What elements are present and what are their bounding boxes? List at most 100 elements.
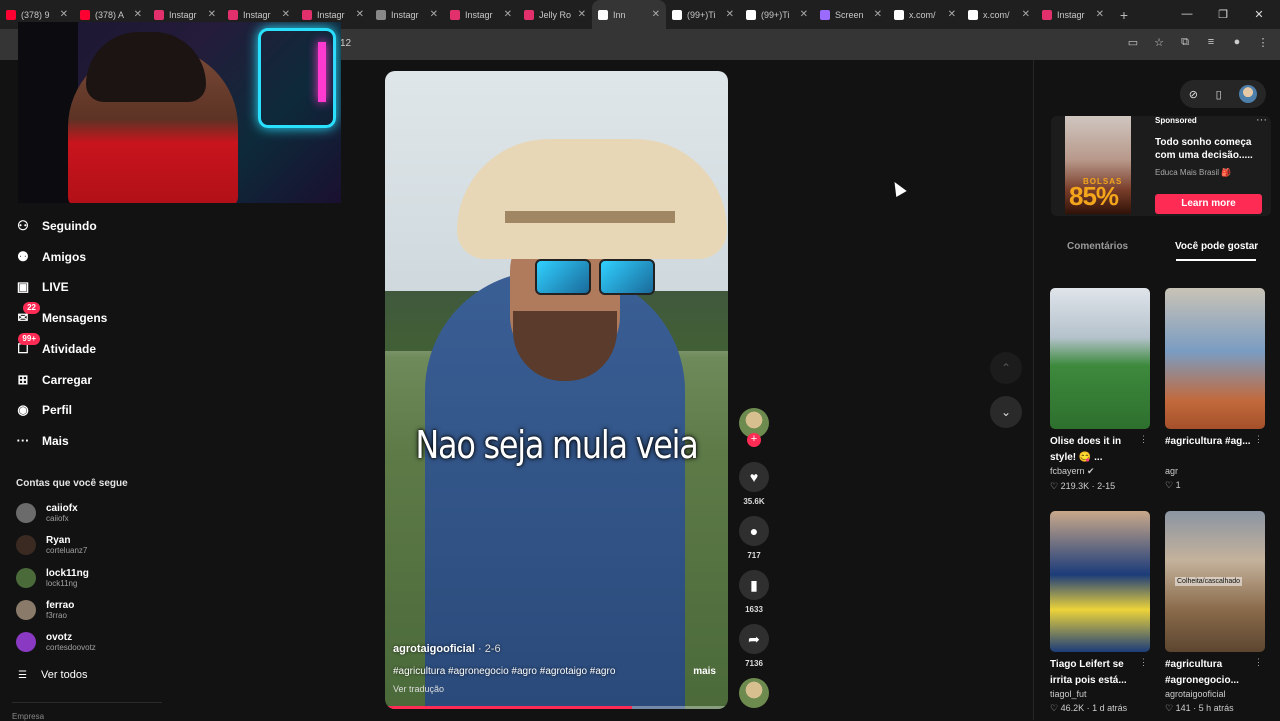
tab-close-icon[interactable]: ✕ bbox=[134, 9, 142, 20]
minimize-icon[interactable]: — bbox=[1180, 8, 1194, 21]
comment-button[interactable]: ● 717 bbox=[738, 516, 770, 560]
card-username[interactable]: agrotaigooficial bbox=[1165, 689, 1265, 699]
sidebar-item-seguindo[interactable]: ⚇ Seguindo bbox=[14, 217, 97, 235]
browser-tab[interactable]: Inn ✕ bbox=[592, 0, 666, 29]
video-player[interactable]: Nao seja mula veia agrotaigooficial · 2-… bbox=[385, 71, 728, 709]
tab-label: (99+)Ti bbox=[761, 9, 790, 20]
avatar bbox=[16, 503, 36, 523]
right-panel: ⊘ ▯ BOLSAS 85% Sponsored ··· Todo sonho … bbox=[1033, 60, 1280, 720]
avatar bbox=[16, 599, 36, 620]
url-text[interactable]: 12 bbox=[340, 38, 351, 49]
browser-tab[interactable]: Instagr ✕ bbox=[370, 0, 444, 29]
sidebar-item-amigos[interactable]: ⚉ Amigos bbox=[14, 248, 86, 266]
tab-close-icon[interactable]: ✕ bbox=[1022, 9, 1030, 20]
tab-close-icon[interactable]: ✕ bbox=[874, 9, 882, 20]
sidebar-item-atividade[interactable]: ☐ 99+ Atividade bbox=[14, 332, 96, 358]
extensions-icon[interactable]: ⧉ bbox=[1178, 36, 1192, 49]
sidebar-item-label: Carregar bbox=[42, 372, 93, 387]
card-username[interactable]: tiagol_fut bbox=[1050, 689, 1150, 699]
followed-account[interactable]: Ryan corteluanz7 bbox=[16, 535, 87, 556]
avatar bbox=[16, 632, 36, 653]
translate-link[interactable]: Ver tradução bbox=[393, 684, 444, 694]
profile-icon[interactable]: ● bbox=[1230, 36, 1244, 49]
creator-avatar-button[interactable]: + bbox=[738, 408, 770, 447]
menu-icon[interactable]: ⋮ bbox=[1256, 36, 1270, 49]
follow-plus-icon[interactable]: + bbox=[747, 433, 761, 447]
tab-you-may-like[interactable]: Você pode gostar bbox=[1175, 241, 1258, 252]
webcam-overlay bbox=[18, 22, 341, 203]
new-tab-button[interactable]: + bbox=[1110, 7, 1138, 23]
followed-account[interactable]: lock11ng lock11ng bbox=[16, 567, 89, 588]
chevron-down-icon: ⌄ bbox=[1000, 405, 1012, 419]
sidebar-item-live[interactable]: ▣ LIVE bbox=[14, 278, 69, 296]
compass-icon[interactable]: ⊘ bbox=[1189, 88, 1198, 101]
previous-video-button[interactable]: ⌃ bbox=[990, 352, 1022, 384]
browser-tab[interactable]: (99+)Ti ✕ bbox=[740, 0, 814, 29]
browser-tab[interactable]: x.com/ ✕ bbox=[962, 0, 1036, 29]
video-progress-bar[interactable] bbox=[385, 706, 728, 709]
tab-label: Instagr bbox=[465, 9, 493, 20]
tab-close-icon[interactable]: ✕ bbox=[948, 9, 956, 20]
browser-tab[interactable]: Instagr ✕ bbox=[444, 0, 518, 29]
browser-tab[interactable]: x.com/ ✕ bbox=[888, 0, 962, 29]
bookmark-star-icon[interactable]: ☆ bbox=[1152, 36, 1166, 49]
video-hashtags[interactable]: #agricultura #agronegocio #agro #agrotai… bbox=[393, 666, 615, 677]
followed-account[interactable]: ferrao f3rrao bbox=[16, 599, 74, 620]
sidebar-item-carregar[interactable]: ⊞ Carregar bbox=[14, 371, 92, 389]
card-more-icon[interactable]: ⋮ bbox=[1139, 434, 1148, 445]
tab-close-icon[interactable]: ✕ bbox=[578, 9, 586, 20]
card-username[interactable]: fcbayern ✔ bbox=[1050, 466, 1150, 477]
media-icon[interactable]: ≡ bbox=[1204, 36, 1218, 49]
music-disc-button[interactable] bbox=[738, 678, 770, 708]
like-button[interactable]: ♥ 35.6K bbox=[738, 462, 770, 506]
followed-account[interactable]: ovotz cortesdoovotz bbox=[16, 632, 96, 653]
tab-close-icon[interactable]: ✕ bbox=[1096, 9, 1104, 20]
tab-close-icon[interactable]: ✕ bbox=[726, 9, 734, 20]
tab-comments[interactable]: Comentários bbox=[1067, 241, 1128, 252]
save-button[interactable]: ▮ 1633 bbox=[738, 570, 770, 614]
card-more-icon[interactable]: ⋮ bbox=[1254, 434, 1263, 445]
tab-close-icon[interactable]: ✕ bbox=[800, 9, 808, 20]
browser-tab[interactable]: Instagr ✕ bbox=[1036, 0, 1110, 29]
tab-favicon-icon bbox=[302, 9, 312, 20]
user-avatar[interactable] bbox=[1239, 85, 1258, 103]
video-more-button[interactable]: mais bbox=[693, 666, 716, 677]
browser-tab[interactable]: (99+)Ti ✕ bbox=[666, 0, 740, 29]
tab-close-icon[interactable]: ✕ bbox=[430, 9, 438, 20]
see-all-link[interactable]: ☰ Ver todos bbox=[18, 669, 87, 681]
messages-icon: ✉ 22 bbox=[14, 302, 40, 327]
card-more-icon[interactable]: ⋮ bbox=[1139, 657, 1148, 668]
video-date: · 2-6 bbox=[477, 643, 501, 655]
close-window-icon[interactable]: ✕ bbox=[1252, 8, 1266, 21]
next-video-button[interactable]: ⌄ bbox=[990, 396, 1022, 428]
cast-icon[interactable]: ▭ bbox=[1126, 36, 1140, 49]
card-username[interactable]: agr bbox=[1165, 466, 1265, 476]
sidebar-item-mais[interactable]: ··· Mais bbox=[14, 432, 69, 450]
followed-account[interactable]: caiiofx caiiofx bbox=[16, 503, 78, 523]
recommended-video-card[interactable]: #agricultura #ag... agr ♡ 1 ⋮ bbox=[1165, 288, 1265, 491]
browser-tab[interactable]: Screen ✕ bbox=[814, 0, 888, 29]
tab-close-icon[interactable]: ✕ bbox=[208, 9, 216, 20]
recommended-video-card[interactable]: Tiago Leifert se irrita pois está... tiag… bbox=[1050, 511, 1150, 714]
learn-more-button[interactable]: Learn more bbox=[1155, 194, 1262, 214]
share-button[interactable]: ➦ 7136 bbox=[738, 624, 770, 668]
tab-close-icon[interactable]: ✕ bbox=[282, 9, 290, 20]
browser-tab[interactable]: Jelly Ro ✕ bbox=[518, 0, 592, 29]
card-more-icon[interactable]: ⋮ bbox=[1254, 657, 1263, 668]
mobile-icon[interactable]: ▯ bbox=[1216, 88, 1222, 101]
video-author[interactable]: agrotaigooficial bbox=[393, 643, 475, 655]
comment-count: 717 bbox=[747, 551, 761, 560]
tab-close-icon[interactable]: ✕ bbox=[504, 9, 512, 20]
ad-more-icon[interactable]: ··· bbox=[1256, 114, 1267, 126]
tab-close-icon[interactable]: ✕ bbox=[652, 9, 660, 20]
recommended-video-card[interactable]: Olise does it in style! 😋 ... fcbayern ✔ ♡… bbox=[1050, 288, 1150, 492]
sidebar-item-mensagens[interactable]: ✉ 22 Mensagens bbox=[14, 302, 107, 327]
recommended-video-card[interactable]: Colheita/cascalhado #agricultura #agroneg… bbox=[1165, 511, 1265, 714]
restore-icon[interactable]: ❐ bbox=[1216, 8, 1230, 21]
tab-close-icon[interactable]: ✕ bbox=[356, 9, 364, 20]
sponsored-ad[interactable]: BOLSAS 85% Sponsored ··· Todo sonho come… bbox=[1051, 114, 1271, 216]
tab-close-icon[interactable]: ✕ bbox=[60, 9, 68, 20]
video-sunglasses bbox=[535, 259, 655, 295]
tab-favicon-icon bbox=[820, 9, 830, 20]
sidebar-item-perfil[interactable]: ◉ Perfil bbox=[14, 401, 72, 419]
